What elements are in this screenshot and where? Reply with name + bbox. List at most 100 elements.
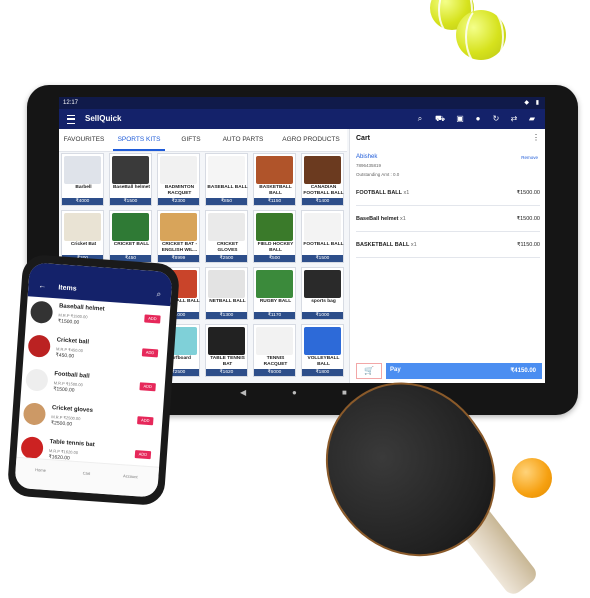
product-card[interactable]: FIELD HOCKEY BALL ₹500: [253, 210, 296, 263]
phone-list-item[interactable]: Football ball M.R.P ₹1500.00 ₹1500.00 ADD: [25, 366, 157, 405]
product-image: [304, 270, 341, 298]
product-card[interactable]: CRICKET BALL ₹450: [109, 210, 152, 263]
item-name: FOOTBALL BALL: [356, 190, 402, 196]
product-card[interactable]: TABLE TENNIS BAT ₹1620: [205, 324, 248, 377]
item-image: [29, 300, 54, 324]
product-image: [208, 270, 245, 298]
product-card[interactable]: CRICKET GLOVES ₹2500: [205, 210, 248, 263]
more-options-icon[interactable]: ⋮: [532, 133, 540, 142]
product-image: [256, 156, 293, 184]
phone-list-item[interactable]: Baseball helmet M.R.P ₹1500.00 ₹1500.00 ADD: [29, 298, 161, 337]
product-card[interactable]: CANADIAN FOOTBALL BALL ₹1400: [301, 153, 344, 206]
item-image: [25, 368, 49, 392]
product-card[interactable]: FOOTBALL BALL ₹1500: [301, 210, 344, 263]
item-image: [27, 334, 51, 358]
remove-customer-button[interactable]: Remove: [521, 155, 538, 160]
item-amount: ₹1150.00: [517, 242, 540, 248]
product-name: FIELD HOCKEY BALL: [257, 242, 294, 253]
tab-favourites[interactable]: FAVOURITES: [59, 129, 109, 151]
product-name: RUGBY BALL: [259, 299, 292, 304]
product-price: ₹850: [206, 198, 247, 205]
product-image: [208, 213, 245, 241]
product-image: [304, 327, 341, 355]
product-name: VOLLEYBALL BALL: [307, 356, 340, 367]
pay-button[interactable]: Pay ₹4150.00: [386, 363, 542, 379]
product-card[interactable]: RUGBY BALL ₹1170: [253, 267, 296, 320]
product-card[interactable]: NETBALL BALL ₹1300: [205, 267, 248, 320]
product-card[interactable]: BASKETBALL BALL ₹1150: [253, 153, 296, 206]
product-name: BASEBALL BALL: [207, 185, 248, 190]
customer-name[interactable]: Abishek: [356, 154, 377, 160]
cart-line-item[interactable]: BASKETBALL BALL x1 ₹1150.00: [356, 233, 540, 258]
cart-panel: Cart ⋮ Abishek Remove 7896435819 Outstan…: [349, 129, 545, 383]
cart-icon[interactable]: ⛟: [435, 114, 445, 124]
product-card[interactable]: VOLLEYBALL BALL ₹1800: [301, 324, 344, 377]
home-icon[interactable]: ●: [292, 388, 297, 397]
product-card[interactable]: sports bag ₹1000: [301, 267, 344, 320]
item-price: ₹450.00: [55, 352, 75, 360]
cart-line-item[interactable]: FOOTBALL BALL x1 ₹1500.00: [356, 181, 540, 206]
search-icon[interactable]: ⌕: [415, 114, 425, 124]
tennis-ball-image: [456, 5, 506, 69]
add-button[interactable]: ADD: [137, 416, 154, 426]
product-name: TENNIS RACQUET: [263, 356, 288, 367]
item-name: Cricket gloves: [51, 405, 94, 415]
product-card[interactable]: CRICKET BAT - ENGLISH WIL... ₹8999: [157, 210, 200, 263]
product-image: [112, 213, 149, 241]
add-button[interactable]: ADD: [141, 348, 159, 358]
search-icon[interactable]: ⌕: [156, 289, 161, 299]
sync-icon[interactable]: ⇄: [509, 114, 519, 124]
product-price: ₹500: [254, 255, 295, 262]
phone-list-item[interactable]: Cricket ball M.R.P ₹450.00 ₹450.00 ADD: [27, 332, 159, 371]
customer-phone: 7896435819: [356, 163, 382, 168]
tab-gifts[interactable]: GIFTS: [171, 129, 211, 151]
back-arrow-icon[interactable]: ←: [38, 281, 47, 291]
product-name: BADMINTON RACQUET: [164, 185, 195, 196]
tab-auto-parts[interactable]: AUTO PARTS: [217, 129, 269, 151]
product-card[interactable]: BADMINTON RACQUET ₹2300: [157, 153, 200, 206]
pay-bar: 🛒 Pay ₹4150.00: [356, 363, 542, 379]
product-price: ₹6000: [254, 369, 295, 376]
item-name: Football ball: [54, 371, 90, 380]
clear-cart-icon[interactable]: 🛒: [356, 363, 382, 379]
item-name: Baseball helmet: [58, 303, 105, 313]
phone-title: Items: [58, 284, 77, 293]
product-card[interactable]: Cricket Bat₹300: [61, 210, 104, 263]
phone-list-item[interactable]: Cricket gloves M.R.P ₹2500.00 ₹2500.00 ADD: [22, 400, 154, 439]
add-button[interactable]: ADD: [144, 314, 161, 324]
product-card[interactable]: TENNIS RACQUET ₹6000: [253, 324, 296, 377]
tab-sports-kits[interactable]: SPORTS KITS: [113, 129, 165, 151]
product-price: ₹1500: [302, 255, 343, 262]
nav-account[interactable]: Account: [115, 473, 145, 480]
tab-agro-products[interactable]: AGRO PRODUCTS: [275, 129, 347, 151]
ping-pong-ball-image: [512, 458, 552, 498]
item-qty: x1: [410, 242, 417, 248]
product-card[interactable]: BaseBall helmet ₹1500: [109, 153, 152, 206]
product-name: BASKETBALL BALL: [259, 185, 292, 196]
add-button[interactable]: ADD: [134, 450, 152, 460]
product-image: [256, 327, 293, 355]
scan-icon[interactable]: ▣: [455, 114, 465, 124]
item-qty: x1: [403, 190, 410, 196]
status-bar: 12:17 ▮ ◆: [59, 97, 545, 109]
item-image: [22, 402, 47, 426]
nav-home[interactable]: Home: [25, 466, 55, 473]
nav-cart[interactable]: Cart: [71, 470, 101, 477]
product-card[interactable]: Barbell ₹4000: [61, 153, 104, 206]
product-name: FOOTBALL BALL: [303, 242, 344, 247]
add-button[interactable]: ADD: [139, 382, 156, 392]
cart-line-item[interactable]: BaseBall helmet x1 ₹1500.00: [356, 207, 540, 232]
menu-icon[interactable]: [67, 115, 75, 124]
product-image: [160, 213, 197, 241]
back-icon[interactable]: ◀: [240, 388, 246, 397]
product-name: Barbell: [75, 185, 92, 190]
refresh-icon[interactable]: ↻: [491, 114, 501, 124]
pay-total: ₹4150.00: [510, 368, 536, 374]
chat-icon[interactable]: ▰: [527, 114, 537, 124]
mic-icon[interactable]: ●: [473, 114, 483, 124]
product-card[interactable]: BASEBALL BALL ₹850: [205, 153, 248, 206]
product-image: [112, 156, 149, 184]
product-price: ₹2500: [206, 255, 247, 262]
product-name: Cricket Bat: [70, 242, 97, 247]
recents-icon[interactable]: ■: [342, 388, 347, 397]
